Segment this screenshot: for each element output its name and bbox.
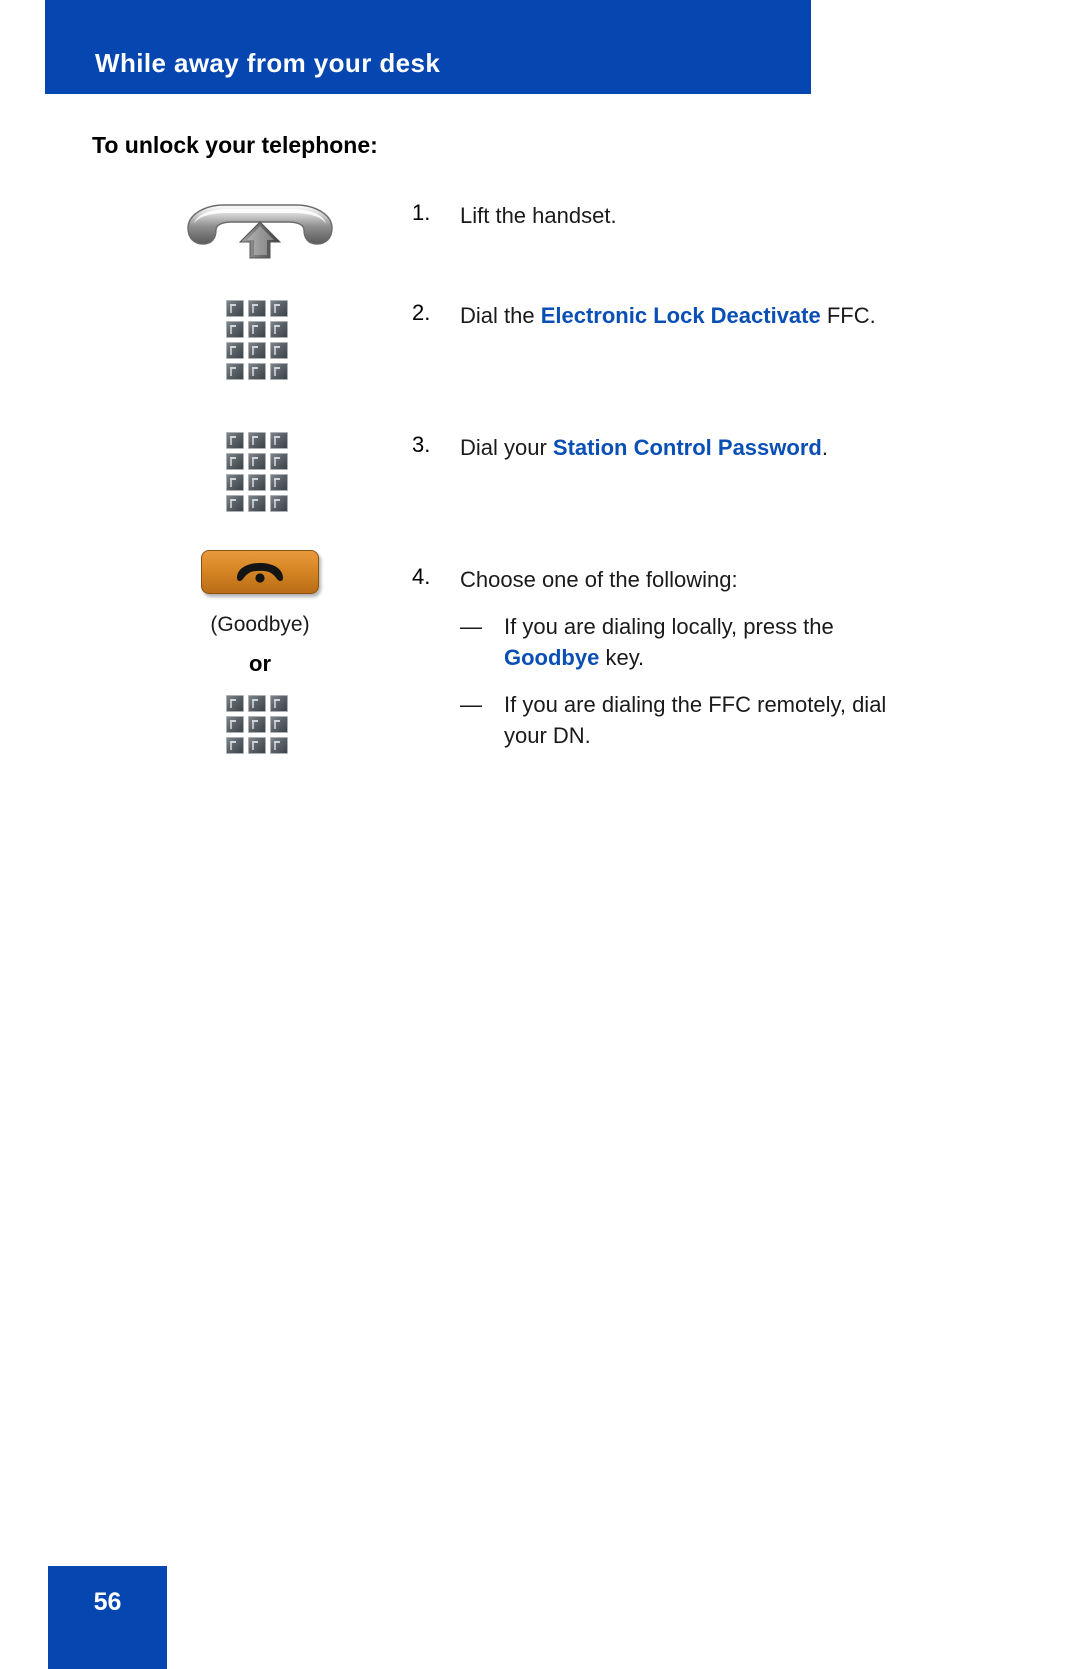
step-4-icon-column: (Goodbye) or bbox=[150, 550, 370, 754]
step-1-icon-column bbox=[150, 200, 370, 265]
keypad-key bbox=[248, 695, 266, 712]
step-1-text-column: 1. Lift the handset. bbox=[412, 200, 932, 231]
step-number: 1. bbox=[412, 200, 431, 225]
keypad-key bbox=[226, 474, 244, 491]
keypad-key bbox=[270, 453, 288, 470]
procedure-steps-list: 1. Lift the handset. 2. Dial the Electro… bbox=[0, 200, 1080, 824]
subitem-text: If you are dialing the FFC remotely, dia… bbox=[504, 692, 887, 748]
step-row: 3. Dial your Station Control Password. bbox=[0, 432, 1080, 564]
keypad-key bbox=[248, 321, 266, 338]
step-text: Dial the Electronic Lock Deactivate FFC. bbox=[460, 300, 932, 331]
goodbye-button-icon[interactable] bbox=[201, 550, 319, 594]
lift-handset-icon bbox=[184, 200, 336, 260]
step-text: Dial your Station Control Password. bbox=[460, 432, 932, 463]
subitem-text-highlight: Goodbye bbox=[504, 645, 600, 670]
keypad-key bbox=[226, 716, 244, 733]
keypad-key bbox=[270, 695, 288, 712]
subitem-text-part: If you are dialing locally, press the bbox=[504, 614, 834, 639]
step-text-highlight: Station Control Password bbox=[552, 435, 822, 460]
step-number: 4. bbox=[412, 564, 431, 589]
keypad-key bbox=[248, 453, 266, 470]
keypad-key bbox=[248, 737, 266, 754]
step-3-icon-column bbox=[150, 432, 370, 512]
keypad-key bbox=[248, 363, 266, 380]
step-3-text-column: 3. Dial your Station Control Password. bbox=[412, 432, 932, 463]
keypad-icon bbox=[226, 432, 294, 512]
step-number: 3. bbox=[412, 432, 431, 457]
step-2-text-column: 2. Dial the Electronic Lock Deactivate F… bbox=[412, 300, 932, 331]
step-2-icon-column bbox=[150, 300, 370, 380]
keypad-key bbox=[270, 474, 288, 491]
keypad-key bbox=[226, 321, 244, 338]
section-heading: To unlock your telephone: bbox=[92, 132, 378, 158]
step-text: Choose one of the following: bbox=[460, 564, 932, 595]
keypad-key bbox=[226, 432, 244, 449]
keypad-key bbox=[226, 453, 244, 470]
step-text-part: . bbox=[821, 435, 828, 460]
step-row: 1. Lift the handset. bbox=[0, 200, 1080, 300]
keypad-key bbox=[270, 432, 288, 449]
keypad-key bbox=[270, 737, 288, 754]
page-footer-band: 56 bbox=[48, 1566, 167, 1669]
em-dash-bullet-icon: — bbox=[460, 692, 482, 717]
subitem-text-part: key. bbox=[599, 645, 645, 670]
em-dash-bullet-icon: — bbox=[460, 614, 482, 639]
step-number: 2. bbox=[412, 300, 431, 325]
step-text-part: Dial your bbox=[460, 435, 553, 460]
goodbye-button-label: (Goodbye) bbox=[210, 613, 310, 636]
keypad-key bbox=[270, 495, 288, 512]
keypad-key bbox=[248, 342, 266, 359]
keypad-key bbox=[248, 495, 266, 512]
step-4-text-column: 4. Choose one of the following: — If you… bbox=[412, 564, 932, 751]
step-row: 2. Dial the Electronic Lock Deactivate F… bbox=[0, 300, 1080, 432]
page-number: 56 bbox=[93, 1588, 122, 1616]
keypad-key bbox=[270, 363, 288, 380]
step-text: Lift the handset. bbox=[460, 200, 932, 231]
step-4-subitem: — If you are dialing the FFC remotely, d… bbox=[460, 689, 932, 751]
step-text-highlight: Electronic Lock Deactivate bbox=[540, 303, 821, 328]
keypad-key bbox=[270, 321, 288, 338]
keypad-key bbox=[226, 737, 244, 754]
keypad-key bbox=[226, 342, 244, 359]
step-text-part: Lift the handset. bbox=[460, 203, 617, 228]
step-text-part: Choose one of the following: bbox=[460, 567, 738, 592]
keypad-icon bbox=[226, 695, 294, 754]
page-header-title: While away from your desk bbox=[95, 48, 441, 78]
keypad-key bbox=[270, 342, 288, 359]
step-text-part: FFC. bbox=[820, 303, 876, 328]
keypad-key bbox=[248, 716, 266, 733]
keypad-key bbox=[270, 716, 288, 733]
step-4-subitem: — If you are dialing locally, press the … bbox=[460, 611, 932, 673]
keypad-icon bbox=[226, 300, 294, 380]
keypad-key bbox=[226, 363, 244, 380]
keypad-key bbox=[226, 495, 244, 512]
keypad-key bbox=[248, 474, 266, 491]
subitem-text: If you are dialing locally, press the Go… bbox=[504, 611, 932, 673]
keypad-key bbox=[270, 300, 288, 317]
step-text-part: Dial the bbox=[460, 303, 541, 328]
page-header-band: While away from your desk bbox=[45, 0, 811, 94]
keypad-key bbox=[248, 300, 266, 317]
keypad-key bbox=[226, 300, 244, 317]
keypad-key bbox=[226, 695, 244, 712]
or-separator-label: or bbox=[249, 651, 271, 676]
keypad-key bbox=[248, 432, 266, 449]
step-row: (Goodbye) or 4. Choose one of the follow… bbox=[0, 550, 1080, 824]
